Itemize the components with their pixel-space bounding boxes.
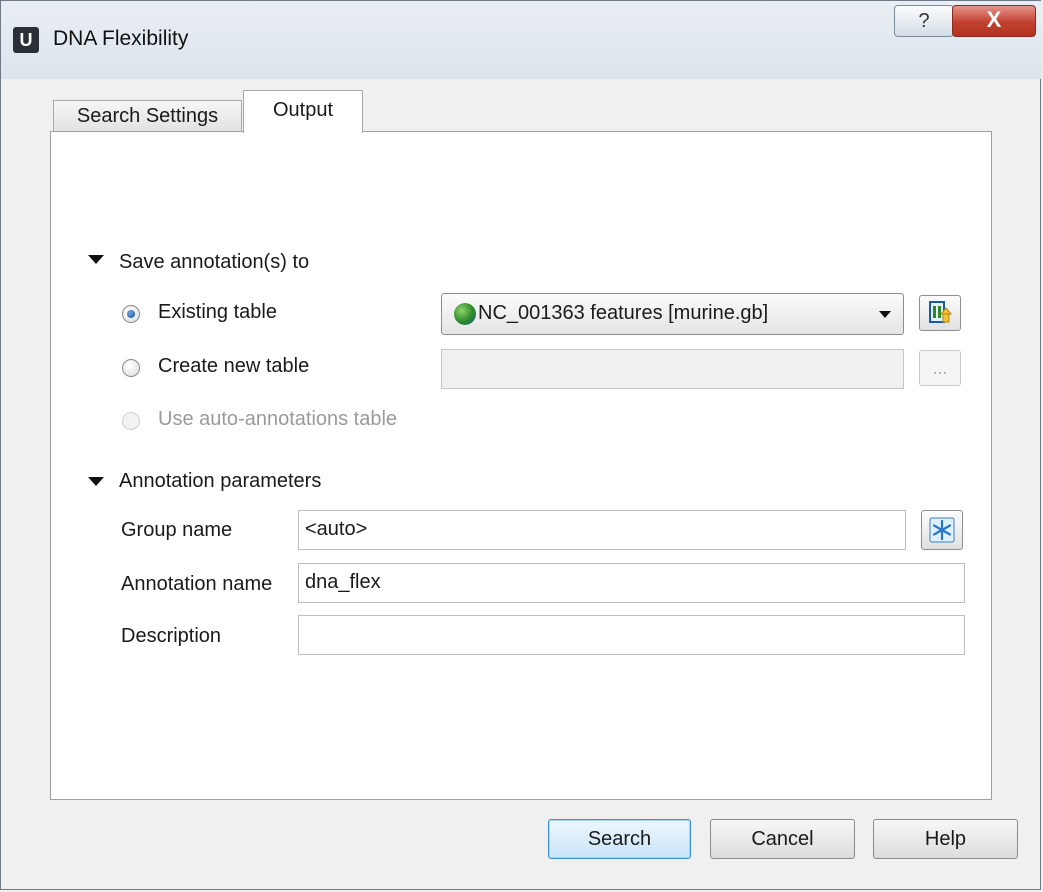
app-icon: U [13, 27, 39, 53]
new-table-path-field [441, 349, 904, 389]
collapse-triangle-icon[interactable] [88, 477, 104, 486]
annotation-name-label: Annotation name [121, 573, 273, 595]
group-name-label: Group name [121, 519, 233, 541]
close-icon[interactable]: X [952, 5, 1036, 37]
cancel-button[interactable]: Cancel [710, 819, 855, 859]
description-label: Description [121, 625, 222, 647]
dialog-window: U DNA Flexibility ? X Search Settings Ou… [0, 0, 1042, 890]
select-object-icon [929, 301, 953, 323]
save-section-label: Save annotation(s) to [119, 251, 310, 273]
help-button[interactable]: Help [873, 819, 1018, 859]
browse-button: ... [919, 350, 961, 386]
auto-annotations-label: Use auto-annotations table [158, 408, 398, 430]
chevron-down-icon [879, 311, 891, 318]
sequence-object-icon [454, 303, 476, 325]
annotation-name-input[interactable]: dna_flex [298, 563, 965, 603]
annotation-section-label: Annotation parameters [119, 470, 322, 492]
existing-table-radio[interactable] [122, 305, 140, 323]
snowflake-icon [929, 517, 955, 543]
search-button[interactable]: Search [548, 819, 691, 859]
help-icon[interactable]: ? [894, 5, 954, 37]
existing-table-value: NC_001363 features [murine.gb] [478, 302, 769, 324]
title-bar[interactable]: U DNA Flexibility ? X [1, 1, 1042, 79]
create-new-table-label[interactable]: Create new table [158, 355, 309, 378]
description-input[interactable] [298, 615, 965, 655]
predefined-group-button[interactable] [921, 510, 963, 550]
window-title: DNA Flexibility [53, 27, 189, 50]
create-new-table-radio[interactable] [122, 359, 140, 377]
collapse-triangle-icon[interactable] [88, 255, 104, 264]
existing-table-select[interactable]: NC_001363 features [murine.gb] [441, 293, 904, 335]
output-panel [50, 131, 992, 800]
select-object-button[interactable] [919, 295, 961, 331]
tab-search-settings[interactable]: Search Settings [53, 100, 242, 132]
existing-table-label[interactable]: Existing table [158, 301, 277, 324]
auto-annotations-radio [122, 412, 140, 430]
group-name-input[interactable]: <auto> [298, 510, 906, 550]
tab-output[interactable]: Output [243, 90, 363, 133]
